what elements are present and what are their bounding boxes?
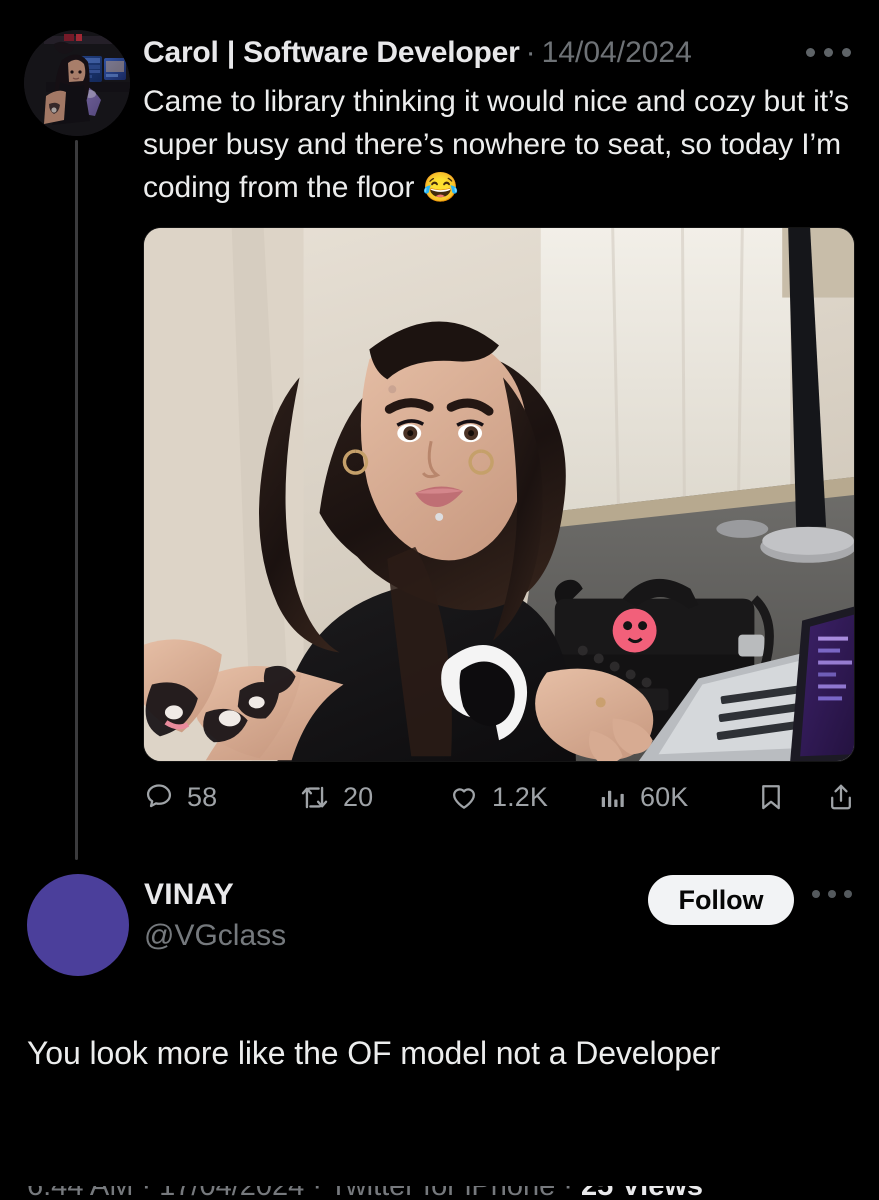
reply-footer-views: 25 Views — [581, 1186, 703, 1200]
separator-dot: · — [525, 36, 536, 69]
tweet-photo[interactable] — [143, 227, 855, 762]
heart-icon — [453, 788, 475, 809]
reply-footer-meta: 6:44 AM · 17/04/2024 · Twitter for iPhon… — [0, 1186, 879, 1200]
dot — [844, 890, 852, 898]
more-horizontal-icon[interactable] — [812, 890, 852, 898]
reply-author-name[interactable]: VINAY — [144, 876, 234, 914]
tweet-thread-screen: Carol | Software Developer · 14/04/2024 … — [0, 0, 879, 1200]
bookmark-icon — [762, 785, 780, 810]
reply-author-handle[interactable]: @VGclass — [144, 917, 286, 955]
dot — [824, 48, 833, 57]
retweet-icon — [301, 786, 328, 808]
reply-header: VINAY @VGclass Follow — [0, 862, 879, 980]
share-icon — [831, 784, 851, 810]
joy-emoji-icon: 😂 — [422, 172, 459, 204]
views-count: 60K — [640, 781, 689, 812]
dot — [812, 890, 820, 898]
timestamp: 14/04/2024 — [541, 36, 692, 69]
like-button[interactable]: 1.2K — [448, 773, 548, 821]
tweet-body: Came to library thinking it would nice a… — [143, 80, 861, 210]
tweet-body-text: Came to library thinking it would nice a… — [143, 85, 849, 204]
bookmark-button[interactable] — [755, 773, 799, 821]
reply-count: 58 — [187, 781, 218, 812]
tweet-actions: 58 20 1.2K 60K — [143, 773, 861, 821]
reply-button[interactable]: 58 — [143, 773, 217, 821]
reply-footer-time: 6:44 AM · 17/04/2024 · — [27, 1186, 330, 1200]
retweet-button[interactable]: 20 — [298, 773, 373, 821]
more-horizontal-icon[interactable] — [806, 48, 851, 57]
avatar[interactable] — [27, 874, 129, 976]
thread-connector-line — [75, 140, 78, 860]
tweet-header: Carol | Software Developer · 14/04/2024 — [143, 33, 843, 73]
follow-button[interactable]: Follow — [648, 875, 794, 925]
reply-footer-source[interactable]: Twitter for iPhone — [330, 1186, 556, 1200]
dot — [806, 48, 815, 57]
views-button[interactable]: 60K — [598, 773, 688, 821]
reply-body: You look more like the OF model not a De… — [27, 1035, 721, 1071]
share-button[interactable] — [825, 773, 869, 821]
retweet-count: 20 — [343, 781, 374, 812]
author-name[interactable]: Carol | Software Developer — [143, 33, 520, 73]
avatar[interactable] — [24, 30, 130, 136]
dot — [828, 890, 836, 898]
reply-icon — [146, 784, 172, 808]
dot — [842, 48, 851, 57]
analytics-icon — [601, 790, 624, 807]
like-count: 1.2K — [492, 781, 548, 812]
